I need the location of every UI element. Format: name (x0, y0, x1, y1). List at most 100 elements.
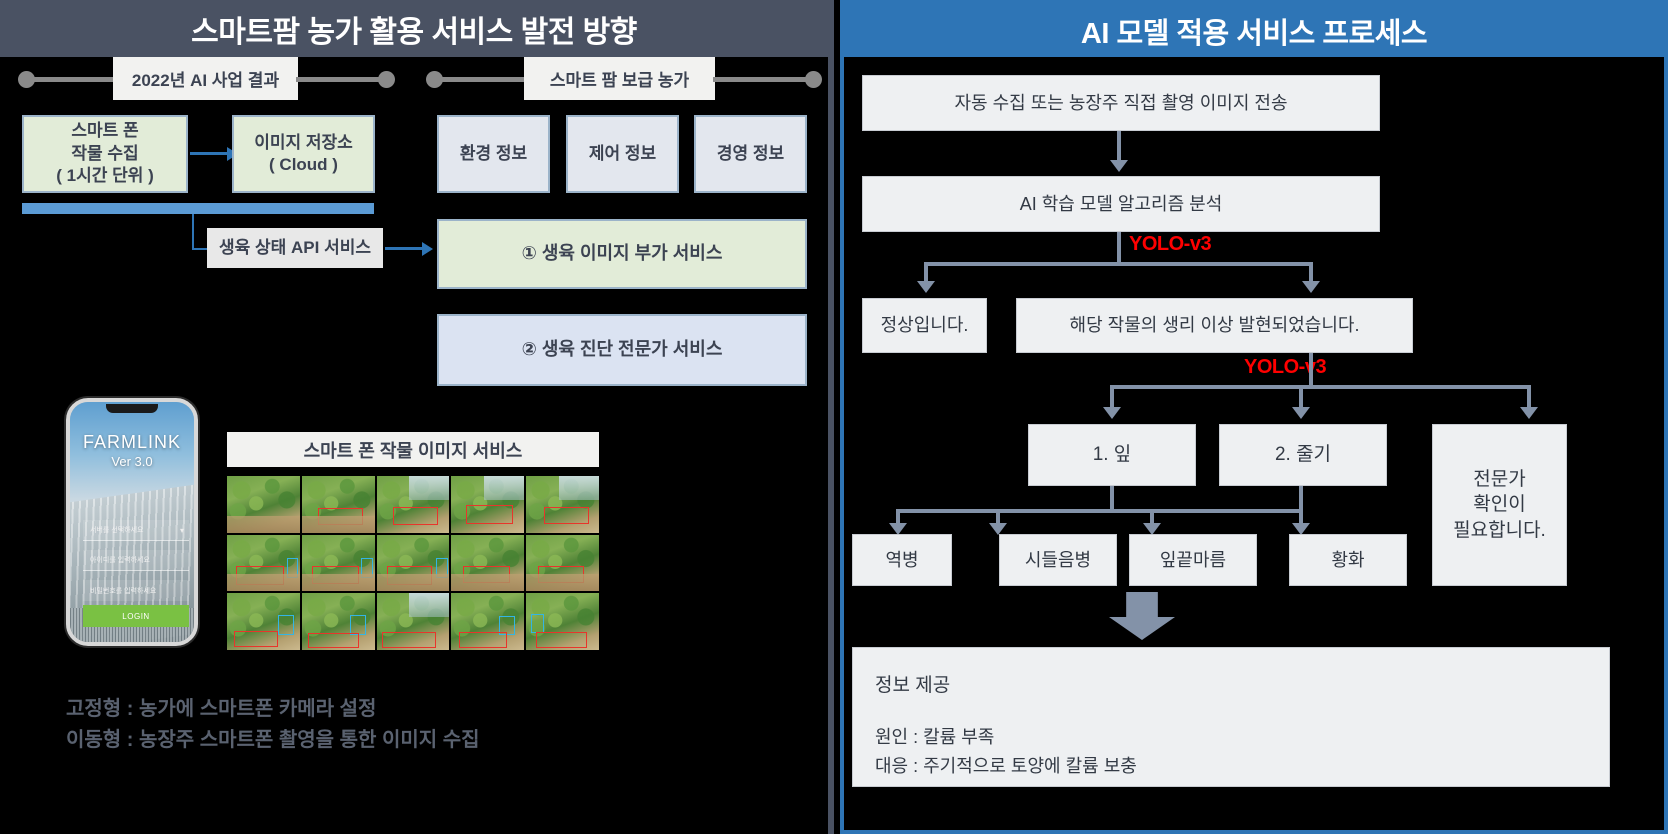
legend-line-2: 이동형 : 농장주 스마트폰 촬영을 통한 이미지 수집 (66, 729, 480, 751)
crop-image-grid (227, 476, 599, 650)
bbox-red (465, 505, 513, 524)
result-info-box: 정보 제공 원인 : 칼륨 부족 대응 : 주기적으로 토양에 칼륨 보충 (852, 647, 1610, 787)
flow-arrow-branch-left (917, 281, 935, 293)
phone-id-input[interactable]: 아이디를 입력하세요 (83, 550, 189, 571)
grid-cell (526, 593, 599, 650)
phone-notch (106, 404, 158, 413)
grid-cell (451, 476, 525, 533)
flow-line-split3-horizontal (1110, 385, 1531, 389)
flow-arrow-to-result (1109, 592, 1175, 640)
grid-cell (301, 476, 375, 533)
flow-arrow-branch-right (1302, 281, 1320, 293)
timeline: 2022년 AI 사업 결과 스마트 팜 보급 농가 (0, 57, 828, 103)
bbox-red (537, 565, 585, 583)
bbox-red (235, 565, 284, 585)
bbox-cyan (361, 558, 374, 578)
box-service-1: ① 생육 이미지 부가 서비스 (437, 219, 807, 289)
phone-app-brand: FARMLINK (82, 432, 182, 452)
grid-cell (451, 593, 525, 650)
grid-cell (526, 534, 599, 592)
flow-box-abnormal: 해당 작물의 생리 이상 발현되었습니다. (1016, 298, 1413, 353)
blue-divider-bar (22, 203, 374, 214)
box-image-storage: 이미지 저장소 ( Cloud ) (232, 115, 375, 193)
flow-arrow-split3-mid (1292, 407, 1310, 419)
flow-box-part-stem: 2. 줄기 (1219, 424, 1387, 486)
flow-box-disease-2: 시들음병 (999, 534, 1117, 586)
flow-box-disease-4: 황화 (1289, 534, 1407, 586)
timeline-label-left: 2022년 AI 사업 결과 (113, 57, 298, 100)
arrow-head-api-to-service1 (422, 242, 433, 256)
flow-box-image-input: 자동 수집 또는 농장주 직접 촬영 이미지 전송 (862, 75, 1380, 131)
flow-line-abnormal-down (1309, 353, 1313, 389)
left-panel-title: 스마트팜 농가 활용 서비스 발전 방향 (191, 15, 637, 49)
right-panel-title: AI 모델 적용 서비스 프로세스 (1080, 17, 1428, 50)
result-title: 정보 제공 (875, 675, 951, 696)
bbox-cyan (530, 613, 544, 633)
bbox-cyan (286, 558, 299, 578)
flow-arrow-split3-right (1520, 407, 1538, 419)
right-panel-header: AI 모델 적용 서비스 프로세스 (844, 4, 1664, 57)
grid-cell (227, 593, 300, 650)
phone-id-input-label: 아이디를 입력하세요 (90, 557, 150, 564)
phone-password-input[interactable]: 비밀번호를 입력하세요 (83, 580, 189, 601)
expert-check-line-3: 필요합니다. (1453, 519, 1546, 541)
chevron-down-icon: ▾ (179, 526, 184, 535)
flow-line-disease-horizontal (896, 509, 1303, 513)
arrow-line-collect-to-cloud (190, 152, 230, 155)
left-panel: 스마트팜 농가 활용 서비스 발전 방향 2022년 AI 사업 결과 스마트 … (0, 0, 834, 834)
box-api-service: 생육 상태 API 서비스 (207, 228, 383, 268)
bbox-red (311, 565, 359, 584)
bbox-red (307, 632, 359, 648)
flow-line-model-down (1117, 232, 1121, 262)
grid-cell (376, 476, 450, 533)
right-panel: AI 모델 적용 서비스 프로세스 자동 수집 또는 농장주 직접 촬영 이미지… (840, 0, 1668, 834)
phone-server-select-label: 서버를 선택하세요 (90, 527, 144, 534)
grid-cell (301, 593, 375, 650)
phone-server-select[interactable]: 서버를 선택하세요 ▾ (83, 520, 189, 541)
grid-cell (376, 593, 450, 650)
box-smartphone-collect: 스마트 폰 작물 수집 ( 1시간 단위 ) (22, 115, 188, 193)
bbox-red (543, 506, 589, 524)
box-image-storage-line1: 이미지 저장소 (254, 132, 353, 152)
phone-mockup: FARMLINK Ver 3.0 서버를 선택하세요 ▾ 아이디를 입력하세요 … (66, 398, 198, 646)
flow-arrow-input-to-model (1110, 160, 1128, 172)
bbox-cyan (277, 614, 294, 636)
box-image-storage-line2: ( Cloud ) (269, 155, 338, 174)
grid-cell (227, 534, 300, 592)
bbox-red (382, 631, 437, 648)
expert-check-line-1: 전문가 (1473, 468, 1526, 490)
grid-cell (227, 476, 300, 533)
timeline-line-3 (438, 77, 528, 82)
image-grid-title: 스마트 폰 작물 이미지 서비스 (227, 432, 599, 467)
phone-password-input-label: 비밀번호를 입력하세요 (90, 587, 157, 595)
flow-line-branch-horizontal (924, 262, 1313, 266)
grid-cell (376, 534, 450, 592)
bbox-red (463, 565, 510, 583)
flow-arrow-split3-left (1103, 407, 1121, 419)
box-smartphone-collect-line3: ( 1시간 단위 ) (56, 166, 154, 186)
expert-check-line-2: 확인이 (1473, 494, 1526, 516)
slide-canvas: 스마트팜 농가 활용 서비스 발전 방향 2022년 AI 사업 결과 스마트 … (0, 0, 1668, 834)
grid-cell (301, 534, 375, 592)
phone-app-version: Ver 3.0 (111, 454, 153, 469)
legend-line-1: 고정형 : 농가에 스마트폰 카메라 설정 (66, 698, 377, 720)
timeline-dot-mid-left (378, 71, 395, 88)
timeline-dot-end (805, 71, 822, 88)
bbox-red (536, 631, 588, 648)
flow-box-ai-model: AI 학습 모델 알고리즘 분석 (862, 176, 1380, 232)
elbow-horizontal-api (192, 248, 208, 250)
timeline-line-1 (30, 77, 122, 82)
yolo-label-1: YOLO-v3 (1129, 233, 1212, 255)
box-smartphone-collect-line1: 스마트 폰 (71, 121, 139, 141)
elbow-vertical-api (192, 214, 194, 250)
timeline-line-4 (713, 77, 815, 82)
box-smartphone-collect-line2: 작물 수집 (71, 143, 139, 163)
flow-box-normal: 정상입니다. (862, 298, 987, 353)
bbox-red (392, 506, 438, 525)
phone-login-button[interactable]: LOGIN (83, 605, 189, 627)
bbox-red (317, 507, 363, 525)
box-env-info: 환경 정보 (437, 115, 550, 193)
bbox-red (458, 631, 507, 648)
legend-text: 고정형 : 농가에 스마트폰 카메라 설정 이동형 : 농장주 스마트폰 촬영을… (66, 694, 766, 756)
left-panel-header: 스마트팜 농가 활용 서비스 발전 방향 (0, 0, 828, 57)
